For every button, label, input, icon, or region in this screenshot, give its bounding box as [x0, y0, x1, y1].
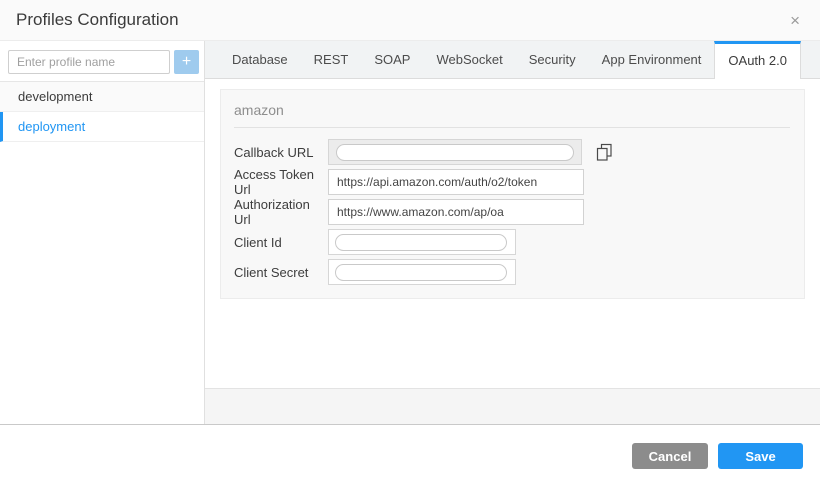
callback-url-row: Callback URL [234, 139, 790, 165]
sidebar-item-development[interactable]: development [0, 82, 204, 112]
cancel-button[interactable]: Cancel [632, 443, 708, 469]
masked-value [336, 144, 574, 161]
profiles-configuration-dialog: Profiles Configuration × + development d… [0, 0, 820, 484]
settings-tabstrip: Database REST SOAP WebSocket Security Ap… [205, 41, 820, 79]
access-token-url-input[interactable] [328, 169, 584, 195]
tab-rest[interactable]: REST [301, 41, 362, 78]
tab-app-environment[interactable]: App Environment [589, 41, 715, 78]
access-token-url-label: Access Token Url [234, 167, 328, 197]
authorization-url-label: Authorization Url [234, 197, 328, 227]
tab-page-footer-band [205, 388, 820, 424]
amazon-oauth-panel: amazon Callback URL [220, 89, 805, 299]
client-secret-row: Client Secret [234, 259, 790, 285]
profiles-sidebar: + development deployment [0, 41, 205, 424]
masked-value [335, 264, 507, 281]
tab-websocket[interactable]: WebSocket [423, 41, 515, 78]
add-profile-button[interactable]: + [174, 50, 199, 74]
client-id-row: Client Id [234, 229, 790, 255]
callback-url-input [328, 139, 582, 165]
dialog-header: Profiles Configuration × [0, 0, 820, 41]
client-secret-label: Client Secret [234, 265, 328, 280]
profile-add-row: + [0, 41, 204, 82]
masked-value [335, 234, 507, 251]
profile-name-input[interactable] [8, 50, 170, 74]
main-panel: Database REST SOAP WebSocket Security Ap… [205, 41, 820, 424]
authorization-url-row: Authorization Url [234, 199, 790, 225]
close-icon[interactable]: × [786, 10, 804, 31]
dialog-body: + development deployment Database REST S… [0, 41, 820, 425]
panel-title: amazon [234, 102, 790, 118]
dialog-title: Profiles Configuration [16, 10, 179, 30]
tab-soap[interactable]: SOAP [361, 41, 423, 78]
tab-oauth-2-0[interactable]: OAuth 2.0 [714, 41, 801, 79]
sidebar-item-deployment[interactable]: deployment [0, 112, 204, 142]
copy-icon[interactable] [595, 143, 614, 162]
client-id-label: Client Id [234, 235, 328, 250]
panel-divider [234, 127, 790, 128]
authorization-url-input[interactable] [328, 199, 584, 225]
client-secret-input[interactable] [328, 259, 516, 285]
client-id-input[interactable] [328, 229, 516, 255]
tab-database[interactable]: Database [219, 41, 301, 78]
access-token-url-row: Access Token Url [234, 169, 790, 195]
save-button[interactable]: Save [718, 443, 803, 469]
tab-security[interactable]: Security [516, 41, 589, 78]
callback-url-label: Callback URL [234, 145, 328, 160]
dialog-footer: Cancel Save [0, 425, 820, 484]
oauth-tab-content: amazon Callback URL [205, 79, 820, 388]
